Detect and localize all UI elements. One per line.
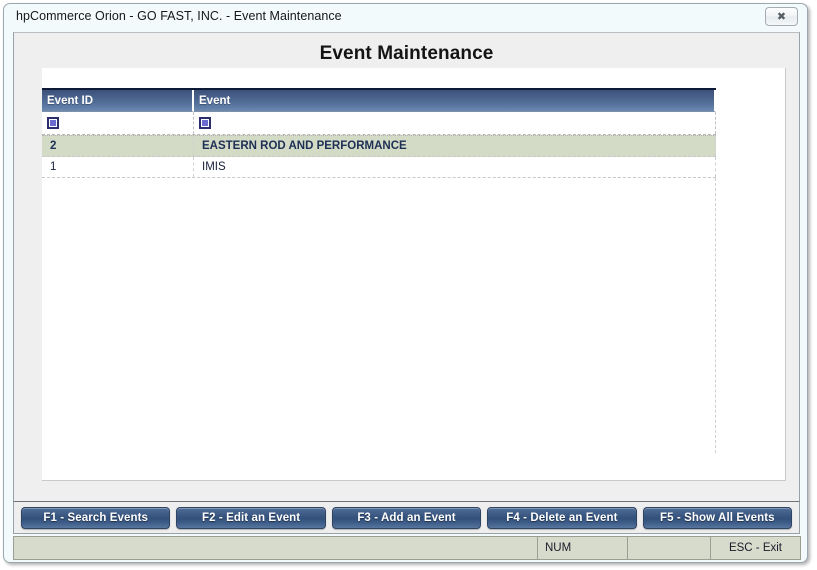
cell-event-id: 1 <box>42 157 194 177</box>
status-bar: NUM ESC - Exit <box>13 536 801 560</box>
filter-cell-event-id[interactable] <box>42 112 194 134</box>
status-blank-panel <box>627 536 711 560</box>
table-row[interactable]: 2 EASTERN ROD AND PERFORMANCE <box>42 135 716 157</box>
filter-icon[interactable] <box>199 117 211 129</box>
column-header-event-id[interactable]: Event ID <box>42 90 194 112</box>
show-all-events-button[interactable]: F5 - Show All Events <box>642 506 793 529</box>
grid-filter-row <box>42 112 716 135</box>
column-header-event[interactable]: Event <box>194 90 716 112</box>
filter-icon[interactable] <box>47 117 59 129</box>
cell-event: IMIS <box>194 157 716 177</box>
edit-event-button[interactable]: F2 - Edit an Event <box>176 506 326 529</box>
status-num-indicator: NUM <box>537 536 628 560</box>
page-title: Event Maintenance <box>319 43 494 64</box>
title-bar: hpCommerce Orion - GO FAST, INC. - Event… <box>4 4 807 32</box>
add-event-button[interactable]: F3 - Add an Event <box>331 506 482 529</box>
event-data-grid[interactable]: Event ID Event 2 EASTERN ROD AND PERFORM… <box>42 88 716 453</box>
grid-panel: Event ID Event 2 EASTERN ROD AND PERFORM… <box>42 68 786 481</box>
delete-event-button[interactable]: F4 - Delete an Event <box>487 506 637 529</box>
status-message <box>13 536 538 560</box>
client-area: Event Maintenance Event ID Event 2 EASTE… <box>13 32 800 528</box>
close-icon: ✖ <box>776 10 787 23</box>
action-button-bar: F1 - Search Events F2 - Edit an Event F3… <box>13 501 800 534</box>
status-exit-hint: ESC - Exit <box>710 536 801 560</box>
search-events-button[interactable]: F1 - Search Events <box>21 506 171 529</box>
table-row[interactable]: 1 IMIS <box>42 157 716 178</box>
grid-empty-area <box>42 178 716 453</box>
application-window: hpCommerce Orion - GO FAST, INC. - Event… <box>3 3 808 563</box>
cell-event: EASTERN ROD AND PERFORMANCE <box>194 136 716 156</box>
grid-header-row: Event ID Event <box>42 88 716 112</box>
window-title: hpCommerce Orion - GO FAST, INC. - Event… <box>16 9 342 23</box>
filter-cell-event[interactable] <box>194 112 716 134</box>
cell-event-id: 2 <box>42 136 194 156</box>
close-button[interactable]: ✖ <box>765 7 798 26</box>
